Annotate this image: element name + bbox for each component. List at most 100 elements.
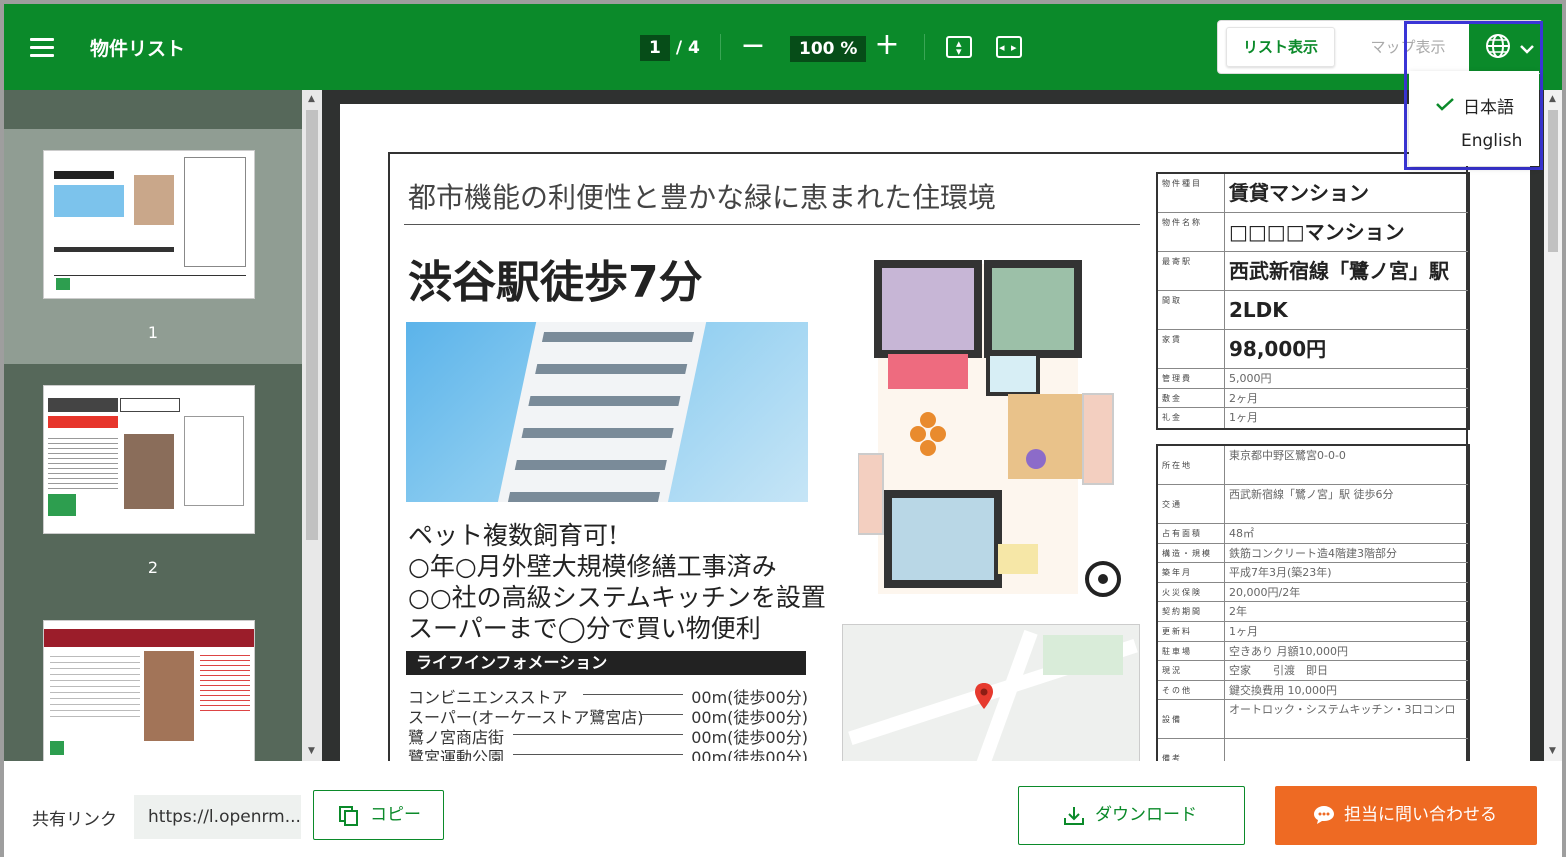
spec-value: 98,000円 — [1224, 330, 1326, 368]
spec-key: 火災保険 — [1162, 587, 1202, 597]
language-dropdown: 日本語 English — [1404, 21, 1543, 170]
copy-button-label: コピー — [370, 805, 421, 825]
divider — [924, 34, 925, 60]
download-button[interactable]: ダウンロード — [1018, 786, 1245, 845]
spec-value: 1ヶ月 — [1224, 621, 1258, 641]
rule — [404, 224, 1140, 225]
spec-row: その他 鍵交換費用 10,000円 — [1158, 680, 1468, 701]
spec-row: 火災保険 20,000円/2年 — [1158, 582, 1468, 603]
zoom-in-button[interactable]: + — [874, 30, 900, 60]
spec-row: 物件種目 賃貸マンション — [1158, 174, 1468, 213]
spec-row: 物件名称 □□□□マンション — [1158, 213, 1468, 252]
thumbnail-item-2[interactable]: 2 — [4, 364, 302, 599]
thumbnail-image — [43, 150, 255, 299]
footer-bar: 共有リンク https://l.openrm... コピー ダウンロード 担当に… — [4, 761, 1562, 857]
menu-icon[interactable] — [30, 38, 54, 57]
life-info-distance: 00m(徒歩00分) — [691, 748, 808, 761]
spec-row: 管理費 5,000円 — [1158, 369, 1468, 389]
spec-row: 駐車場 空きあり 月額10,000円 — [1158, 641, 1468, 662]
spec-table-detail: 所在地 東京都中野区鷺宮0-0-0 交通 西武新宿線「鷺ノ宮」駅 徒歩6分 占有面積… — [1156, 444, 1470, 761]
zoom-out-button[interactable]: − — [740, 31, 766, 62]
spec-row: 構造・規模 鉄筋コンクリート造4階建3階部分 — [1158, 543, 1468, 564]
download-icon — [1064, 807, 1084, 825]
document-page: 都市機能の利便性と豊かな緑に恵まれた住環境 渋谷駅徒歩7分 ペット複数飼育可! … — [340, 104, 1530, 761]
flyer-headline: 都市機能の利便性と豊かな緑に恵まれた住環境 — [408, 181, 997, 214]
share-link-label: 共有リンク — [32, 810, 117, 830]
spec-key: 現況 — [1162, 666, 1182, 676]
spec-value: 鍵交換費用 10,000円 — [1224, 680, 1337, 700]
language-option-english[interactable]: English — [1461, 131, 1522, 151]
tab-list-view[interactable]: リスト表示 — [1226, 27, 1335, 67]
spec-row: 最寄駅 西武新宿線「鷺ノ宮」駅 — [1158, 252, 1468, 291]
viewer-scrollbar[interactable]: ▲ ▼ — [1544, 90, 1562, 761]
spec-value: 48㎡ — [1224, 524, 1254, 543]
spec-row: 礼金 1ヶ月 — [1158, 408, 1468, 428]
page-title: 物件リスト — [90, 38, 186, 60]
spec-row: 更新料 1ヶ月 — [1158, 621, 1468, 642]
spec-key: 礼金 — [1162, 413, 1182, 423]
thumbnail-scrollbar[interactable]: ▲ ▼ — [302, 90, 322, 761]
spec-value: 鉄筋コンクリート造4階建3階部分 — [1224, 543, 1397, 563]
language-menu: 日本語 English — [1409, 71, 1539, 166]
flyer-title: 渋谷駅徒歩7分 — [408, 257, 703, 308]
spec-value: 賃貸マンション — [1224, 174, 1369, 212]
floor-plan-image — [858, 260, 1121, 597]
copy-icon — [339, 806, 358, 826]
chat-bubble-icon — [1314, 806, 1334, 824]
spec-key: 管理費 — [1162, 374, 1192, 383]
scrollbar-thumb[interactable] — [1548, 110, 1558, 252]
spec-row: 契約期間 2年 — [1158, 602, 1468, 622]
spec-value: 空家 引渡 即日 — [1224, 661, 1328, 680]
spec-value: 20,000円/2年 — [1224, 582, 1300, 602]
copy-button[interactable]: コピー — [313, 790, 444, 840]
spec-value: 1ヶ月 — [1224, 408, 1258, 428]
spec-key: 間取 — [1162, 296, 1182, 305]
spec-row: 備考 — [1158, 739, 1468, 761]
spec-key: 築年月 — [1162, 568, 1192, 578]
thumbnail-panel: 1 2 — [4, 90, 302, 761]
fit-width-icon[interactable]: ◂ ▸ — [996, 36, 1022, 58]
spec-key: 交通 — [1162, 500, 1182, 509]
spec-row: 築年月 平成7年3月(築23年) — [1158, 563, 1468, 583]
spec-value: 5,000円 — [1224, 369, 1272, 388]
life-info-title: ライフインフォメーション — [406, 651, 806, 675]
contact-agent-button[interactable]: 担当に問い合わせる — [1275, 786, 1537, 845]
scrollbar-thumb[interactable] — [306, 110, 318, 540]
spec-row: 間取 2LDK — [1158, 291, 1468, 330]
spec-value: 東京都中野区鷺宮0-0-0 — [1224, 446, 1346, 484]
spec-value: □□□□マンション — [1224, 213, 1405, 251]
spec-key: 契約期間 — [1162, 607, 1202, 617]
contact-button-label: 担当に問い合わせる — [1344, 805, 1497, 825]
spec-row: 設備 オートロック・システムキッチン・3口コンロ — [1158, 700, 1468, 740]
divider — [720, 34, 721, 60]
life-info-name: 鷺宮運動公園 — [408, 748, 505, 761]
thumbnail-item-3[interactable] — [4, 599, 302, 761]
header-bar: 物件リスト 1 / 4 − 100 % + ▴ ▾ ◂ ▸ リスト表示 マップ表示 — [4, 4, 1562, 90]
fit-height-icon[interactable]: ▴ ▾ — [946, 36, 972, 58]
building-photo — [406, 322, 808, 502]
spec-row: 現況 空家 引渡 即日 — [1158, 661, 1468, 681]
thumbnail-item-1[interactable]: 1 — [4, 129, 302, 364]
feature-line: スーパーまで◯分で買い物便利 — [408, 614, 761, 643]
spec-value: 2LDK — [1224, 291, 1288, 329]
thumbnail-image — [43, 385, 255, 534]
spec-key: 構造・規模 — [1162, 548, 1212, 558]
spec-key: 占有面積 — [1162, 529, 1202, 538]
spec-value: 西武新宿線「鷺ノ宮」駅 徒歩6分 — [1224, 485, 1394, 523]
spec-key: その他 — [1162, 685, 1192, 695]
spec-row: 占有面積 48㎡ — [1158, 524, 1468, 544]
thumbnail-number: 2 — [147, 558, 159, 577]
check-icon — [1436, 98, 1454, 111]
spec-value: 西武新宿線「鷺ノ宮」駅 — [1224, 252, 1449, 290]
zoom-level: 100 % — [790, 36, 867, 62]
language-option-japanese[interactable]: 日本語 — [1463, 93, 1514, 118]
life-info-row: 鷺宮運動公園 00m(徒歩00分) — [408, 744, 808, 761]
share-link-field[interactable]: https://l.openrm... — [134, 795, 301, 839]
spec-key: 家賃 — [1162, 335, 1182, 344]
property-flyer: 都市機能の利便性と豊かな緑に恵まれた住環境 渋谷駅徒歩7分 ペット複数飼育可! … — [388, 152, 1470, 761]
spec-key: 最寄駅 — [1162, 257, 1192, 266]
page-current-input[interactable]: 1 — [640, 35, 670, 61]
spec-value: 空きあり 月額10,000円 — [1224, 641, 1348, 661]
spec-value: 2年 — [1224, 602, 1247, 621]
spec-row: 交通 西武新宿線「鷺ノ宮」駅 徒歩6分 — [1158, 485, 1468, 524]
